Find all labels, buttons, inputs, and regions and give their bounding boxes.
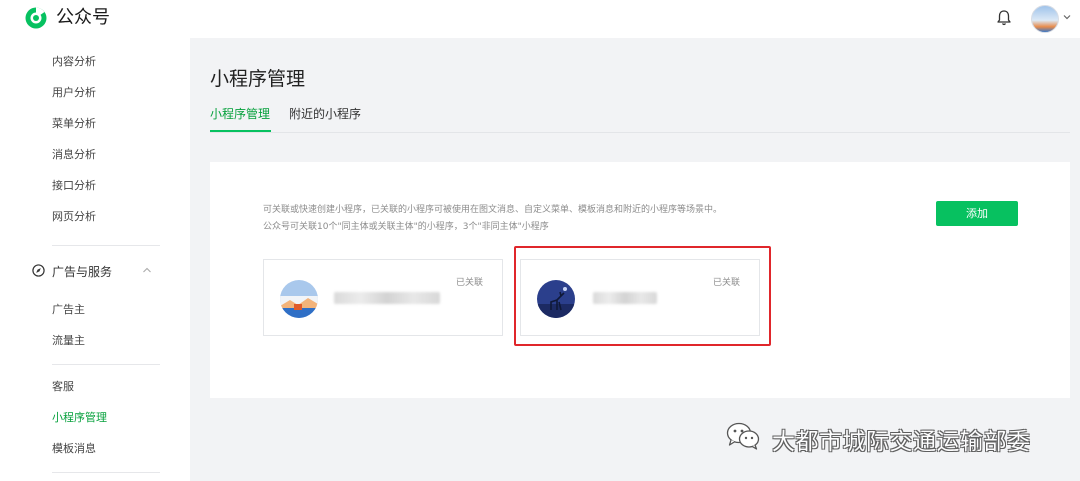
sidebar-item-advertiser[interactable]: 广告主 [52, 303, 85, 317]
sidebar-item-template-message[interactable]: 模板消息 [52, 442, 96, 456]
tab-nearby-miniprogram[interactable]: 附近的小程序 [289, 106, 361, 122]
sidebar-item-message-analysis[interactable]: 消息分析 [52, 148, 96, 162]
chevron-up-icon[interactable] [142, 266, 152, 274]
sidebar-item-web-analysis[interactable]: 网页分析 [52, 210, 96, 224]
top-bar: 公众号 [0, 0, 1080, 38]
sidebar-item-api-analysis[interactable]: 接口分析 [52, 179, 96, 193]
page-title: 小程序管理 [210, 68, 306, 90]
sidebar-section-label: 广告与服务 [52, 265, 113, 279]
miniprogram-name-blurred [334, 292, 440, 304]
linked-miniprogram-card[interactable]: 已关联 [263, 259, 503, 336]
compass-icon [32, 264, 45, 277]
highlight-box [514, 246, 771, 346]
wechat-mp-logo-icon[interactable] [24, 6, 48, 30]
sidebar-divider [52, 364, 160, 365]
sidebar-item-miniprogram-manage[interactable]: 小程序管理 [52, 411, 107, 425]
tab-miniprogram-manage[interactable]: 小程序管理 [210, 106, 270, 122]
watermark: 大都市城际交通运输部委 [726, 418, 1066, 458]
tab-bar: 小程序管理 附近的小程序 [210, 104, 1070, 133]
sidebar-item-customer-service[interactable]: 客服 [52, 380, 74, 394]
add-button[interactable]: 添加 [936, 201, 1018, 226]
description-line-1: 可关联或快速创建小程序，已关联的小程序可被使用在图文消息、自定义菜单、模板消息和… [263, 205, 723, 215]
chevron-down-icon[interactable] [1062, 12, 1072, 22]
sidebar-divider [52, 245, 160, 246]
sidebar-item-content-analysis[interactable]: 内容分析 [52, 55, 96, 69]
brand-title[interactable]: 公众号 [56, 6, 110, 30]
sidebar-item-menu-analysis[interactable]: 菜单分析 [52, 117, 96, 131]
sidebar: 内容分析 用户分析 菜单分析 消息分析 接口分析 网页分析 广告与服务 广告主 … [0, 38, 190, 481]
description-line-2: 公众号可关联10个"同主体或关联主体"的小程序，3个"非同主体"小程序 [263, 222, 549, 232]
user-avatar[interactable] [1031, 5, 1059, 33]
active-tab-indicator [210, 130, 271, 132]
sidebar-section-ads-services[interactable]: 广告与服务 [32, 262, 160, 280]
sidebar-item-publisher[interactable]: 流量主 [52, 334, 85, 348]
sidebar-divider [52, 472, 160, 473]
wechat-icon [726, 422, 760, 450]
landscape-avatar [280, 280, 318, 318]
linked-status: 已关联 [456, 278, 484, 288]
avatar [1031, 5, 1059, 33]
watermark-text: 大都市城际交通运输部委 [772, 429, 1031, 455]
sidebar-item-user-analysis[interactable]: 用户分析 [52, 86, 96, 100]
bell-icon[interactable] [992, 6, 1016, 30]
